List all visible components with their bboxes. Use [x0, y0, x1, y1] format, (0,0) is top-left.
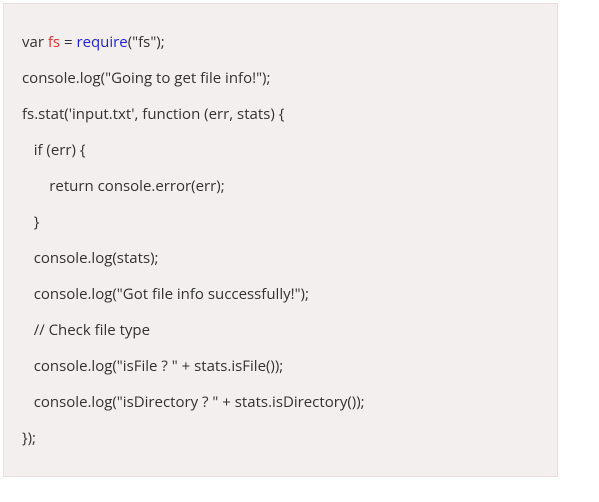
code-indent: [22, 140, 34, 160]
code-token-func: require: [76, 32, 127, 52]
code-token-plain: =: [60, 32, 76, 52]
code-line: console.log("Going to get file info!");: [22, 60, 539, 96]
code-token-plain: console.log("Going to get file info!");: [22, 68, 270, 88]
code-token-varname: fs: [48, 32, 60, 52]
code-token-plain: if (err) {: [34, 140, 86, 160]
code-indent: [22, 320, 34, 340]
code-line: console.log("isDirectory ? " + stats.isD…: [22, 384, 539, 420]
code-token-plain: return console.error(err);: [49, 176, 224, 196]
code-indent: [22, 212, 34, 232]
code-line: console.log(stats);: [22, 240, 539, 276]
code-token-plain: console.log(stats);: [34, 248, 159, 268]
code-line: fs.stat('input.txt', function (err, stat…: [22, 96, 539, 132]
code-token-plain: console.log("isDirectory ? " + stats.isD…: [34, 392, 365, 412]
code-indent: [22, 392, 34, 412]
code-indent: [22, 176, 49, 196]
code-token-plain: ("fs");: [128, 32, 165, 52]
code-line: var fs = require("fs");: [22, 24, 539, 60]
code-token-plain: // Check file type: [34, 320, 150, 340]
code-indent: [22, 356, 34, 376]
code-indent: [22, 284, 34, 304]
code-block: var fs = require("fs"); console.log("Goin…: [3, 3, 558, 477]
code-token-plain: }: [34, 212, 40, 232]
code-token-keyword: var: [22, 32, 48, 52]
code-line: console.log("Got file info successfully!…: [22, 276, 539, 312]
code-line: // Check file type: [22, 312, 539, 348]
code-token-plain: console.log("isFile ? " + stats.isFile()…: [34, 356, 284, 376]
code-line: console.log("isFile ? " + stats.isFile()…: [22, 348, 539, 384]
code-line: if (err) {: [22, 132, 539, 168]
code-token-plain: fs.stat('input.txt', function (err, stat…: [22, 104, 284, 124]
code-token-plain: console.log("Got file info successfully!…: [34, 284, 309, 304]
code-line: });: [22, 420, 539, 456]
code-line: }: [22, 204, 539, 240]
code-token-plain: });: [22, 428, 36, 448]
code-line: return console.error(err);: [22, 168, 539, 204]
code-indent: [22, 248, 34, 268]
